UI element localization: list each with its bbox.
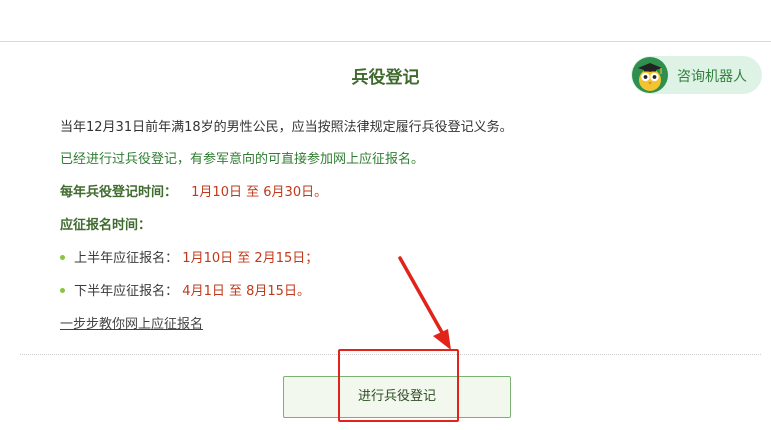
online-apply-guide-link[interactable]: 一步步教你网上应征报名 bbox=[60, 313, 203, 332]
first-half-end: 2月15日； bbox=[254, 251, 319, 266]
first-half-separator: 至 bbox=[237, 251, 251, 266]
registration-period-separator: 至 bbox=[246, 185, 260, 200]
bullet-dot-icon bbox=[60, 255, 65, 260]
second-half-apply-row: 下半年应征报名： 4月1日 至 8月15日。 bbox=[60, 280, 310, 299]
top-divider bbox=[0, 41, 771, 42]
second-half-end: 8月15日。 bbox=[246, 284, 310, 299]
section-divider bbox=[20, 354, 761, 355]
first-half-label: 上半年应征报名： bbox=[74, 251, 179, 266]
bullet-dot-icon bbox=[60, 288, 65, 293]
annotation-arrow-icon bbox=[398, 256, 451, 350]
second-half-start: 4月1日 bbox=[182, 284, 225, 299]
registration-period-end: 6月30日。 bbox=[263, 185, 328, 200]
registration-period-label: 每年兵役登记时间： bbox=[60, 185, 178, 200]
second-half-separator: 至 bbox=[228, 284, 242, 299]
consult-robot-button[interactable]: 咨询机器人 bbox=[631, 56, 762, 94]
registration-period-row: 每年兵役登记时间： 1月10日 至 6月30日。 bbox=[60, 181, 327, 200]
first-half-start: 1月10日 bbox=[182, 251, 234, 266]
registration-period-start: 1月10日 bbox=[191, 185, 242, 200]
military-registration-page: 兵役登记 咨询机器人 当年12月31日前年满18岁的男性公民，应当按照法律规定履… bbox=[0, 0, 771, 430]
first-half-apply-row: 上半年应征报名： 1月10日 至 2月15日； bbox=[60, 247, 318, 266]
robot-avatar-icon bbox=[632, 57, 668, 93]
online-registration-note: 已经进行过兵役登记，有参军意向的可直接参加网上应征报名。 bbox=[60, 152, 425, 167]
second-half-label: 下半年应征报名： bbox=[74, 284, 179, 299]
consult-robot-label: 咨询机器人 bbox=[677, 69, 747, 85]
start-registration-button[interactable]: 进行兵役登记 bbox=[283, 376, 511, 418]
intro-text: 当年12月31日前年满18岁的男性公民，应当按照法律规定履行兵役登记义务。 bbox=[60, 120, 513, 135]
apply-period-heading: 应征报名时间： bbox=[60, 218, 152, 233]
